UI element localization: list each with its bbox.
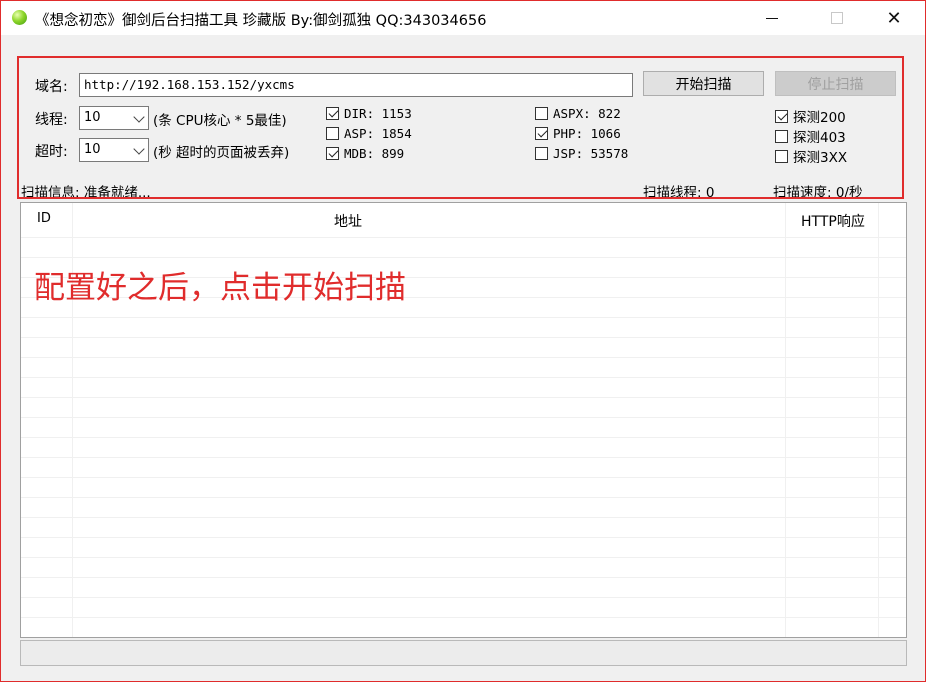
row-divider <box>21 497 906 498</box>
row-divider <box>21 597 906 598</box>
highlight-box <box>17 56 904 199</box>
row-divider <box>21 617 906 618</box>
row-divider <box>21 257 906 258</box>
maximize-button[interactable] <box>814 1 860 35</box>
window-title: 《想念初恋》御剑后台扫描工具 珍藏版 By:御剑孤独 QQ:343034656 <box>35 13 487 29</box>
row-divider <box>21 477 906 478</box>
row-divider <box>21 417 906 418</box>
row-divider <box>21 377 906 378</box>
column-header-http-response[interactable]: HTTP响应 <box>801 211 865 231</box>
row-divider <box>21 397 906 398</box>
minimize-button[interactable] <box>749 1 795 35</box>
row-divider <box>21 537 906 538</box>
row-divider <box>21 637 906 638</box>
close-icon: ✕ <box>886 7 902 29</box>
title-bar: 《想念初恋》御剑后台扫描工具 珍藏版 By:御剑孤独 QQ:343034656 … <box>1 1 925 35</box>
column-header-id[interactable]: ID <box>37 211 51 226</box>
row-divider <box>21 237 906 238</box>
close-button[interactable]: ✕ <box>871 1 917 35</box>
row-divider <box>21 357 906 358</box>
column-divider <box>878 203 879 637</box>
row-divider <box>21 317 906 318</box>
row-divider <box>21 337 906 338</box>
status-bar <box>20 640 907 666</box>
column-divider <box>785 203 786 637</box>
row-divider <box>21 457 906 458</box>
maximize-icon <box>831 12 843 24</box>
annotation-text: 配置好之后，点击开始扫描 <box>34 270 406 306</box>
row-divider <box>21 437 906 438</box>
row-divider <box>21 557 906 558</box>
column-header-address[interactable]: 地址 <box>334 211 362 231</box>
row-divider <box>21 517 906 518</box>
minimize-icon <box>766 17 778 19</box>
row-divider <box>21 577 906 578</box>
app-icon <box>12 10 27 25</box>
